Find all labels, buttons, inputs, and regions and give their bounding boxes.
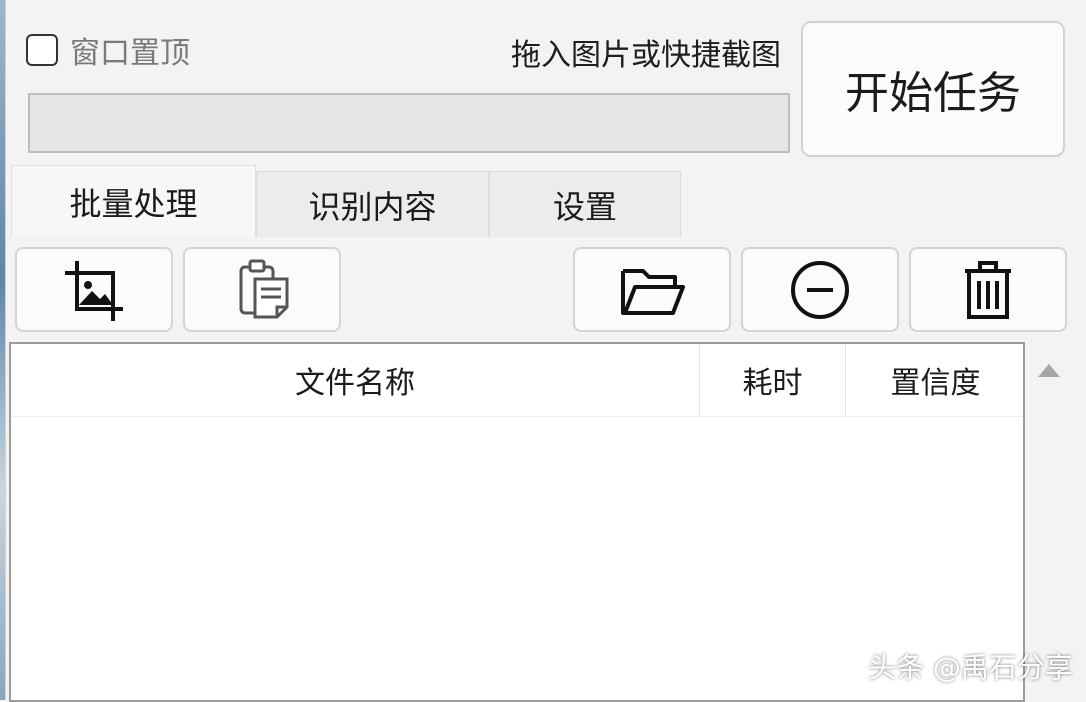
drop-hint-text: 拖入图片或快捷截图 — [511, 38, 781, 73]
pin-window-toggle[interactable]: 窗口置顶 — [26, 30, 190, 71]
paste-clipboard-button[interactable] — [183, 247, 341, 332]
pin-window-checkbox[interactable] — [26, 34, 58, 66]
file-list-header: 文件名称 耗时 置信度 — [11, 344, 1023, 417]
remove-item-button[interactable] — [741, 247, 899, 332]
tab-recognized-content[interactable]: 识别内容 — [256, 171, 489, 237]
add-image-icon — [65, 260, 123, 321]
column-confidence[interactable]: 置信度 — [845, 344, 1025, 416]
pin-window-label: 窗口置顶 — [70, 36, 190, 71]
remove-icon — [791, 260, 849, 319]
column-file-name[interactable]: 文件名称 — [11, 344, 699, 416]
open-folder-icon — [621, 268, 685, 315]
tab-settings[interactable]: 设置 — [489, 171, 681, 237]
start-task-button[interactable]: 开始任务 — [801, 21, 1065, 157]
ocr-window: 窗口置顶 拖入图片或快捷截图 开始任务 批量处理 识别内容 设置 文件名称 耗时… — [5, 0, 1086, 702]
delete-trash-icon — [965, 260, 1011, 319]
column-elapsed-time[interactable]: 耗时 — [699, 344, 845, 416]
clear-all-button[interactable] — [909, 247, 1067, 332]
tab-bar: 批量处理 识别内容 设置 — [6, 165, 1086, 237]
progress-bar — [28, 93, 790, 153]
open-folder-button[interactable] — [573, 247, 731, 332]
paste-clipboard-icon — [239, 259, 289, 318]
watermark: 头条 @禹石分享 — [868, 651, 1073, 684]
scroll-up-arrow-icon[interactable] — [1036, 360, 1062, 380]
add-image-button[interactable] — [15, 247, 173, 332]
tab-batch-processing[interactable]: 批量处理 — [11, 165, 256, 237]
